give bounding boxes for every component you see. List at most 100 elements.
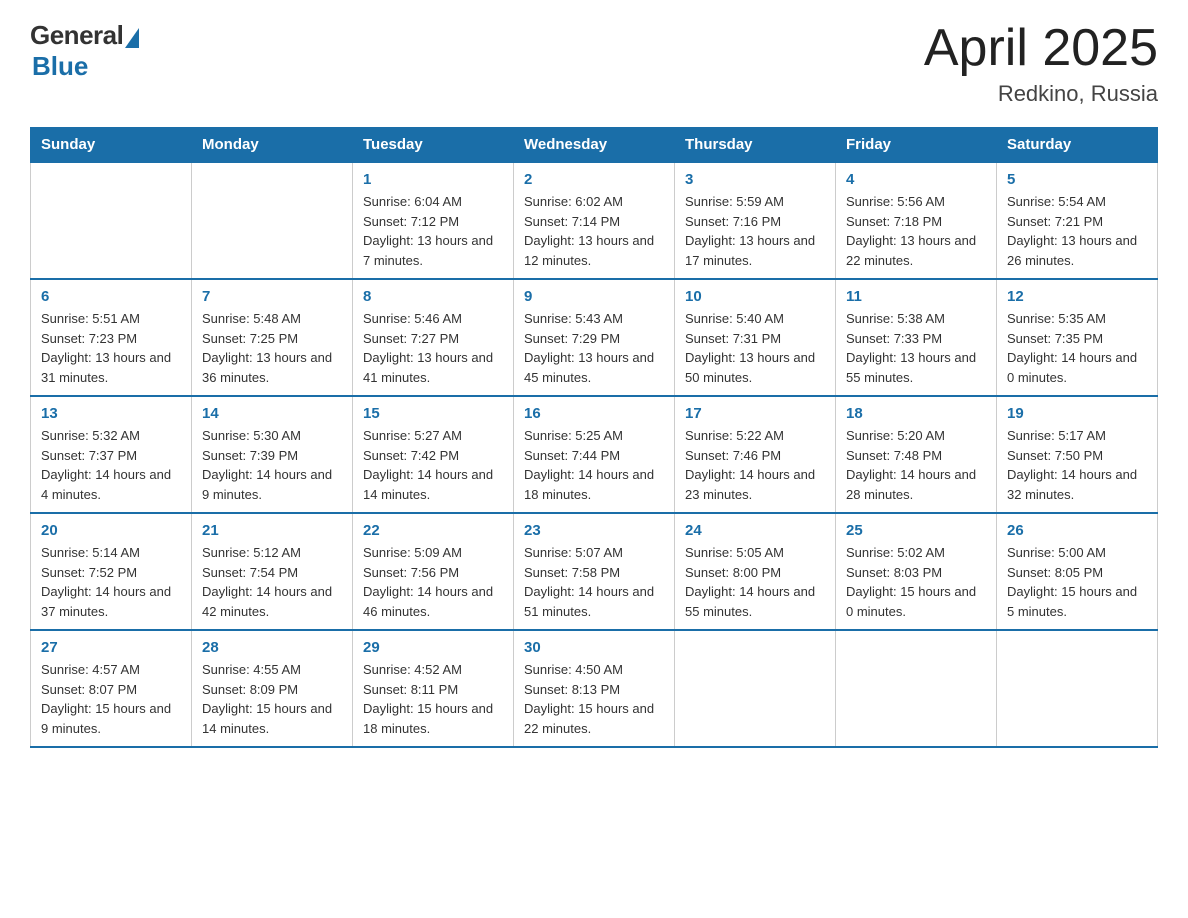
day-info: Sunrise: 5:35 AMSunset: 7:35 PMDaylight:… — [1007, 309, 1147, 387]
calendar-cell: 19 Sunrise: 5:17 AMSunset: 7:50 PMDayligh… — [997, 396, 1158, 513]
calendar-cell: 14 Sunrise: 5:30 AMSunset: 7:39 PMDayligh… — [192, 396, 353, 513]
calendar-cell: 22 Sunrise: 5:09 AMSunset: 7:56 PMDayligh… — [353, 513, 514, 630]
day-number: 13 — [41, 405, 181, 422]
day-number: 28 — [202, 639, 342, 656]
calendar-cell: 8 Sunrise: 5:46 AMSunset: 7:27 PMDaylight… — [353, 279, 514, 396]
calendar-cell — [836, 630, 997, 747]
day-info: Sunrise: 5:02 AMSunset: 8:03 PMDaylight:… — [846, 543, 986, 621]
day-info: Sunrise: 6:02 AMSunset: 7:14 PMDaylight:… — [524, 192, 664, 270]
calendar-week-row: 20 Sunrise: 5:14 AMSunset: 7:52 PMDayligh… — [31, 513, 1158, 630]
day-number: 17 — [685, 405, 825, 422]
day-number: 20 — [41, 522, 181, 539]
day-info: Sunrise: 5:38 AMSunset: 7:33 PMDaylight:… — [846, 309, 986, 387]
calendar-cell: 4 Sunrise: 5:56 AMSunset: 7:18 PMDaylight… — [836, 162, 997, 279]
calendar-cell — [192, 162, 353, 279]
day-info: Sunrise: 5:25 AMSunset: 7:44 PMDaylight:… — [524, 426, 664, 504]
calendar-cell: 1 Sunrise: 6:04 AMSunset: 7:12 PMDaylight… — [353, 162, 514, 279]
day-info: Sunrise: 4:57 AMSunset: 8:07 PMDaylight:… — [41, 660, 181, 738]
calendar-cell: 10Sunrise: 5:40 AMSunset: 7:31 PMDayligh… — [675, 279, 836, 396]
day-info: Sunrise: 5:32 AMSunset: 7:37 PMDaylight:… — [41, 426, 181, 504]
day-info: Sunrise: 5:14 AMSunset: 7:52 PMDaylight:… — [41, 543, 181, 621]
calendar-cell: 29 Sunrise: 4:52 AMSunset: 8:11 PMDayligh… — [353, 630, 514, 747]
page-header: General Blue April 2025 Redkino, Russia — [30, 20, 1158, 107]
calendar-cell: 5 Sunrise: 5:54 AMSunset: 7:21 PMDaylight… — [997, 162, 1158, 279]
day-number: 16 — [524, 405, 664, 422]
day-info: Sunrise: 5:07 AMSunset: 7:58 PMDaylight:… — [524, 543, 664, 621]
day-info: Sunrise: 5:12 AMSunset: 7:54 PMDaylight:… — [202, 543, 342, 621]
day-info: Sunrise: 5:48 AMSunset: 7:25 PMDaylight:… — [202, 309, 342, 387]
day-info: Sunrise: 6:04 AMSunset: 7:12 PMDaylight:… — [363, 192, 503, 270]
month-year-title: April 2025 — [924, 20, 1158, 77]
day-info: Sunrise: 5:27 AMSunset: 7:42 PMDaylight:… — [363, 426, 503, 504]
calendar-cell — [675, 630, 836, 747]
calendar-cell: 17 Sunrise: 5:22 AMSunset: 7:46 PMDayligh… — [675, 396, 836, 513]
calendar-cell: 18 Sunrise: 5:20 AMSunset: 7:48 PMDayligh… — [836, 396, 997, 513]
day-info: Sunrise: 5:22 AMSunset: 7:46 PMDaylight:… — [685, 426, 825, 504]
day-number: 24 — [685, 522, 825, 539]
day-number: 23 — [524, 522, 664, 539]
day-number: 29 — [363, 639, 503, 656]
calendar-cell: 28 Sunrise: 4:55 AMSunset: 8:09 PMDayligh… — [192, 630, 353, 747]
calendar-cell — [31, 162, 192, 279]
day-info: Sunrise: 5:30 AMSunset: 7:39 PMDaylight:… — [202, 426, 342, 504]
day-info: Sunrise: 5:09 AMSunset: 7:56 PMDaylight:… — [363, 543, 503, 621]
calendar-cell: 16 Sunrise: 5:25 AMSunset: 7:44 PMDayligh… — [514, 396, 675, 513]
day-number: 3 — [685, 171, 825, 188]
calendar-cell: 3Sunrise: 5:59 AMSunset: 7:16 PMDaylight… — [675, 162, 836, 279]
day-info: Sunrise: 5:46 AMSunset: 7:27 PMDaylight:… — [363, 309, 503, 387]
day-info: Sunrise: 5:54 AMSunset: 7:21 PMDaylight:… — [1007, 192, 1147, 270]
calendar-table: SundayMondayTuesdayWednesdayThursdayFrid… — [30, 127, 1158, 748]
day-info: Sunrise: 4:55 AMSunset: 8:09 PMDaylight:… — [202, 660, 342, 738]
day-number: 12 — [1007, 288, 1147, 305]
day-info: Sunrise: 5:00 AMSunset: 8:05 PMDaylight:… — [1007, 543, 1147, 621]
day-number: 4 — [846, 171, 986, 188]
day-number: 15 — [363, 405, 503, 422]
day-info: Sunrise: 5:56 AMSunset: 7:18 PMDaylight:… — [846, 192, 986, 270]
day-info: Sunrise: 5:20 AMSunset: 7:48 PMDaylight:… — [846, 426, 986, 504]
weekday-header-row: SundayMondayTuesdayWednesdayThursdayFrid… — [31, 128, 1158, 163]
weekday-header-saturday: Saturday — [997, 128, 1158, 163]
calendar-cell: 7 Sunrise: 5:48 AMSunset: 7:25 PMDaylight… — [192, 279, 353, 396]
day-number: 27 — [41, 639, 181, 656]
weekday-header-tuesday: Tuesday — [353, 128, 514, 163]
day-number: 22 — [363, 522, 503, 539]
title-block: April 2025 Redkino, Russia — [924, 20, 1158, 107]
calendar-cell: 24Sunrise: 5:05 AMSunset: 8:00 PMDayligh… — [675, 513, 836, 630]
weekday-header-sunday: Sunday — [31, 128, 192, 163]
calendar-cell: 30Sunrise: 4:50 AMSunset: 8:13 PMDayligh… — [514, 630, 675, 747]
day-number: 30 — [524, 639, 664, 656]
day-number: 18 — [846, 405, 986, 422]
day-number: 19 — [1007, 405, 1147, 422]
weekday-header-wednesday: Wednesday — [514, 128, 675, 163]
day-number: 14 — [202, 405, 342, 422]
day-number: 6 — [41, 288, 181, 305]
calendar-cell: 9 Sunrise: 5:43 AMSunset: 7:29 PMDaylight… — [514, 279, 675, 396]
calendar-cell: 12 Sunrise: 5:35 AMSunset: 7:35 PMDayligh… — [997, 279, 1158, 396]
calendar-week-row: 13 Sunrise: 5:32 AMSunset: 7:37 PMDayligh… — [31, 396, 1158, 513]
day-number: 1 — [363, 171, 503, 188]
day-number: 7 — [202, 288, 342, 305]
day-number: 9 — [524, 288, 664, 305]
calendar-cell: 21Sunrise: 5:12 AMSunset: 7:54 PMDayligh… — [192, 513, 353, 630]
calendar-cell — [997, 630, 1158, 747]
day-info: Sunrise: 4:52 AMSunset: 8:11 PMDaylight:… — [363, 660, 503, 738]
calendar-cell: 20 Sunrise: 5:14 AMSunset: 7:52 PMDayligh… — [31, 513, 192, 630]
day-number: 2 — [524, 171, 664, 188]
calendar-cell: 25Sunrise: 5:02 AMSunset: 8:03 PMDayligh… — [836, 513, 997, 630]
calendar-cell: 2 Sunrise: 6:02 AMSunset: 7:14 PMDaylight… — [514, 162, 675, 279]
location-title: Redkino, Russia — [924, 81, 1158, 107]
calendar-cell: 15 Sunrise: 5:27 AMSunset: 7:42 PMDayligh… — [353, 396, 514, 513]
day-info: Sunrise: 5:17 AMSunset: 7:50 PMDaylight:… — [1007, 426, 1147, 504]
calendar-cell: 23 Sunrise: 5:07 AMSunset: 7:58 PMDayligh… — [514, 513, 675, 630]
calendar-cell: 6 Sunrise: 5:51 AMSunset: 7:23 PMDaylight… — [31, 279, 192, 396]
logo-triangle-icon — [125, 28, 139, 48]
logo: General Blue — [30, 20, 139, 82]
calendar-cell: 13 Sunrise: 5:32 AMSunset: 7:37 PMDayligh… — [31, 396, 192, 513]
day-info: Sunrise: 5:51 AMSunset: 7:23 PMDaylight:… — [41, 309, 181, 387]
day-number: 11 — [846, 288, 986, 305]
day-number: 5 — [1007, 171, 1147, 188]
day-info: Sunrise: 5:43 AMSunset: 7:29 PMDaylight:… — [524, 309, 664, 387]
day-number: 8 — [363, 288, 503, 305]
weekday-header-friday: Friday — [836, 128, 997, 163]
calendar-cell: 26Sunrise: 5:00 AMSunset: 8:05 PMDayligh… — [997, 513, 1158, 630]
